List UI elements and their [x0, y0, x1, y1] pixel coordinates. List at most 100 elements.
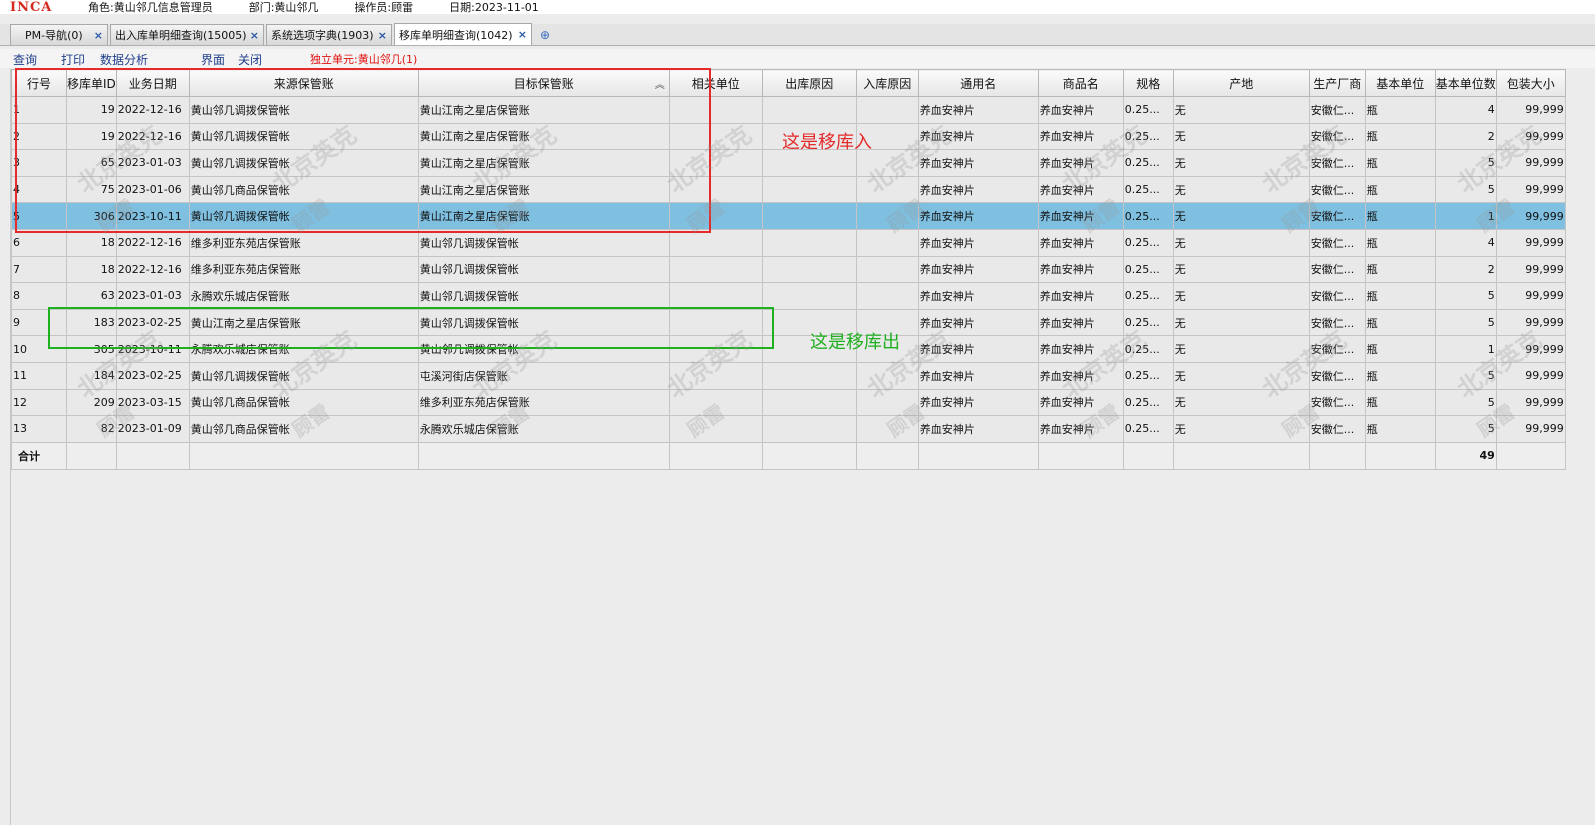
cell-base-unit[interactable]: 瓶	[1364, 415, 1436, 443]
cell-manufacturer[interactable]: 安徽仁...	[1308, 308, 1366, 337]
table-row[interactable]: 7 18 2022-12-16 维多利亚东苑店保管账 黄山邻几调拨保管帐 养血安神片 养血安…	[11, 255, 1566, 284]
cell-base-unit[interactable]: 瓶	[1364, 96, 1436, 124]
table-row[interactable]: 9 183 2023-02-25 黄山江南之星店保管账 黄山邻几调拨保管帐 养血安神片 养血…	[11, 308, 1566, 337]
cell-related-unit[interactable]	[668, 149, 763, 177]
cell-source-account[interactable]: 永腾欢乐城店保管账	[188, 335, 419, 363]
cell-row-no[interactable]: 7	[11, 255, 67, 284]
print-button[interactable]: 打印	[61, 51, 85, 68]
cell-product-name[interactable]: 养血安神片	[1037, 415, 1124, 443]
cell-manufacturer[interactable]: 安徽仁...	[1308, 228, 1366, 257]
cell-in-reason[interactable]	[855, 388, 919, 417]
cell-row-no[interactable]: 4	[11, 175, 67, 204]
close-icon[interactable]: ×	[94, 29, 103, 42]
cell-generic-name[interactable]: 养血安神片	[917, 96, 1039, 124]
cell-biz-date[interactable]: 2023-01-09	[115, 415, 190, 443]
interface-button[interactable]: 界面	[201, 51, 225, 68]
cell-out-reason[interactable]	[761, 96, 857, 124]
cell-transfer-id[interactable]: 19	[66, 96, 117, 124]
cell-base-unit-qty[interactable]: 4	[1434, 228, 1497, 257]
tab-inout-detail[interactable]: 出入库单明细查询(15005) ×	[110, 24, 264, 45]
cell-base-unit[interactable]: 瓶	[1364, 149, 1436, 177]
cell-biz-date[interactable]: 2023-02-25	[115, 308, 190, 337]
cell-in-reason[interactable]	[855, 175, 919, 204]
cell-spec[interactable]: 0.25...	[1122, 149, 1174, 177]
cell-related-unit[interactable]	[668, 228, 763, 257]
cell-base-unit[interactable]: 瓶	[1364, 122, 1436, 151]
cell-base-unit-qty[interactable]: 5	[1434, 282, 1497, 310]
column-header-in-reason[interactable]: 入库原因	[855, 69, 919, 97]
cell-package-size[interactable]: 99,999	[1495, 335, 1566, 363]
cell-row-no[interactable]: 13	[11, 415, 67, 443]
cell-related-unit[interactable]	[668, 175, 763, 204]
cell-generic-name[interactable]: 养血安神片	[917, 282, 1039, 310]
cell-target-account[interactable]: 黄山邻几调拨保管帐	[417, 308, 670, 337]
cell-related-unit[interactable]	[668, 361, 763, 390]
cell-target-account[interactable]: 维多利亚东苑店保管账	[417, 388, 670, 417]
cell-origin[interactable]: 无	[1172, 228, 1310, 257]
close-button[interactable]: 关闭	[238, 51, 262, 68]
close-icon[interactable]: ×	[250, 29, 259, 42]
cell-package-size[interactable]: 99,999	[1495, 149, 1566, 177]
cell-biz-date[interactable]: 2022-12-16	[115, 255, 190, 284]
cell-biz-date[interactable]: 2023-10-11	[115, 202, 190, 230]
cell-biz-date[interactable]: 2023-10-11	[115, 335, 190, 363]
column-header-origin[interactable]: 产地	[1172, 69, 1310, 97]
cell-product-name[interactable]: 养血安神片	[1037, 255, 1124, 284]
cell-base-unit[interactable]: 瓶	[1364, 361, 1436, 390]
cell-related-unit[interactable]	[668, 335, 763, 363]
cell-related-unit[interactable]	[668, 202, 763, 230]
cell-transfer-id[interactable]: 305	[66, 335, 117, 363]
table-row[interactable]: 1 19 2022-12-16 黄山邻几调拨保管帐 黄山江南之星店保管账 养血安神片 养血安…	[11, 96, 1566, 124]
cell-product-name[interactable]: 养血安神片	[1037, 335, 1124, 363]
column-header-related-unit[interactable]: 相关单位	[668, 69, 763, 97]
cell-spec[interactable]: 0.25...	[1122, 335, 1174, 363]
cell-row-no[interactable]: 10	[11, 335, 67, 363]
cell-base-unit[interactable]: 瓶	[1364, 335, 1436, 363]
cell-related-unit[interactable]	[668, 308, 763, 337]
cell-row-no[interactable]: 11	[11, 361, 67, 390]
cell-base-unit[interactable]: 瓶	[1364, 308, 1436, 337]
cell-manufacturer[interactable]: 安徽仁...	[1308, 282, 1366, 310]
cell-target-account[interactable]: 黄山江南之星店保管账	[417, 202, 670, 230]
cell-base-unit-qty[interactable]: 5	[1434, 149, 1497, 177]
cell-target-account[interactable]: 黄山邻几调拨保管帐	[417, 255, 670, 284]
cell-product-name[interactable]: 养血安神片	[1037, 175, 1124, 204]
cell-target-account[interactable]: 黄山江南之星店保管账	[417, 122, 670, 151]
cell-target-account[interactable]: 黄山邻几调拨保管帐	[417, 335, 670, 363]
cell-related-unit[interactable]	[668, 415, 763, 443]
cell-target-account[interactable]: 黄山邻几调拨保管帐	[417, 282, 670, 310]
cell-base-unit-qty[interactable]: 2	[1434, 255, 1497, 284]
column-header-package-size[interactable]: 包装大小	[1495, 69, 1566, 97]
cell-in-reason[interactable]	[855, 228, 919, 257]
cell-target-account[interactable]: 黄山江南之星店保管账	[417, 96, 670, 124]
column-header-spec[interactable]: 规格	[1122, 69, 1174, 97]
cell-source-account[interactable]: 黄山江南之星店保管账	[188, 308, 419, 337]
cell-transfer-id[interactable]: 75	[66, 175, 117, 204]
cell-origin[interactable]: 无	[1172, 96, 1310, 124]
table-row[interactable]: 5 306 2023-10-11 黄山邻几调拨保管帐 黄山江南之星店保管账 养血安神片 养血…	[11, 202, 1566, 230]
cell-origin[interactable]: 无	[1172, 149, 1310, 177]
cell-in-reason[interactable]	[855, 282, 919, 310]
cell-related-unit[interactable]	[668, 255, 763, 284]
cell-generic-name[interactable]: 养血安神片	[917, 149, 1039, 177]
cell-transfer-id[interactable]: 63	[66, 282, 117, 310]
cell-base-unit-qty[interactable]: 5	[1434, 361, 1497, 390]
column-header-row-no[interactable]: 行号	[11, 69, 67, 97]
cell-out-reason[interactable]	[761, 175, 857, 204]
cell-package-size[interactable]: 99,999	[1495, 96, 1566, 124]
cell-package-size[interactable]: 99,999	[1495, 282, 1566, 310]
column-header-source-account[interactable]: 来源保管账	[188, 69, 419, 97]
cell-origin[interactable]: 无	[1172, 388, 1310, 417]
cell-package-size[interactable]: 99,999	[1495, 202, 1566, 230]
cell-origin[interactable]: 无	[1172, 308, 1310, 337]
cell-related-unit[interactable]	[668, 282, 763, 310]
tab-sys-options[interactable]: 系统选项字典(1903) ×	[266, 24, 392, 45]
cell-target-account[interactable]: 黄山江南之星店保管账	[417, 175, 670, 204]
cell-source-account[interactable]: 黄山邻几调拨保管帐	[188, 361, 419, 390]
cell-transfer-id[interactable]: 306	[66, 202, 117, 230]
cell-package-size[interactable]: 99,999	[1495, 255, 1566, 284]
cell-out-reason[interactable]	[761, 415, 857, 443]
cell-spec[interactable]: 0.25...	[1122, 308, 1174, 337]
cell-generic-name[interactable]: 养血安神片	[917, 122, 1039, 151]
cell-source-account[interactable]: 维多利亚东苑店保管账	[188, 228, 419, 257]
